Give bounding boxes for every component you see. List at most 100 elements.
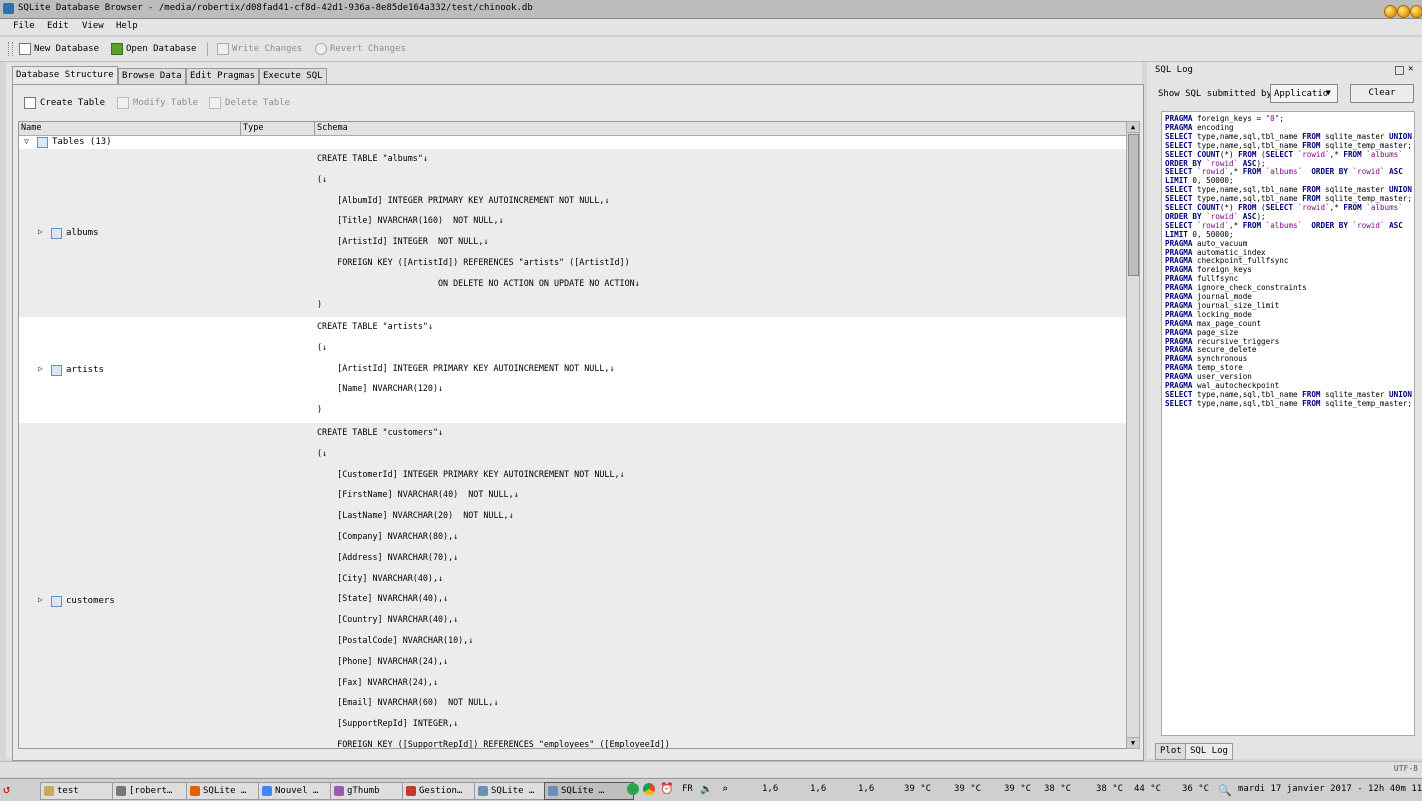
sql-string: `rowid`: [1352, 167, 1385, 177]
sql-text: );: [1256, 211, 1266, 221]
start-menu-icon[interactable]: ↺: [3, 782, 10, 796]
monitor-value[interactable]: 1,6: [810, 784, 826, 794]
sql-keyword: COUNT: [1197, 203, 1220, 212]
taskbar-task[interactable]: SQLite …: [544, 782, 634, 800]
submitter-select[interactable]: Applicatio ▼: [1270, 84, 1338, 103]
sql-text: wal_autocheckpoint: [1192, 381, 1280, 390]
create-table-button[interactable]: Create Table: [24, 97, 105, 109]
expand-arrow-icon[interactable]: ▷: [38, 595, 43, 604]
monitor-value[interactable]: 39 °C: [954, 784, 981, 794]
tab-edit-pragmas[interactable]: Edit Pragmas: [186, 68, 260, 84]
open-database-button[interactable]: Open Database: [111, 42, 196, 56]
column-header-name[interactable]: Name: [21, 123, 41, 133]
sql-keyword: PRAGMA: [1165, 247, 1193, 257]
schema-line: [FirstName] NVARCHAR(40) NOT NULL,↓: [317, 489, 519, 499]
schema-line: FOREIGN KEY ([SupportRepId]) REFERENCES …: [317, 739, 670, 749]
tab-browse-data[interactable]: Browse Data: [118, 68, 186, 84]
sql-keyword: FROM: [1242, 167, 1262, 177]
schema-line: CREATE TABLE "artists"↓: [317, 321, 433, 331]
log-line: PRAGMA temp_store: [1165, 363, 1243, 372]
monitor-value[interactable]: 1,6: [762, 784, 778, 794]
task-label: SQLite …: [561, 786, 605, 796]
clear-log-button[interactable]: Clear: [1350, 84, 1414, 103]
scroll-down-arrow-icon[interactable]: ▼: [1127, 737, 1139, 748]
sql-keyword: FROM: [1302, 140, 1321, 150]
schema-line: [Title] NVARCHAR(160) NOT NULL,↓: [317, 215, 504, 225]
tree-vertical-scrollbar[interactable]: ▲ ▼: [1126, 121, 1140, 749]
write-changes-button[interactable]: Write Changes: [217, 42, 302, 56]
magnifier-icon[interactable]: 🔍: [1218, 784, 1232, 797]
tree-root-row[interactable]: ▽ Tables (13): [19, 136, 1126, 149]
scroll-up-arrow-icon[interactable]: ▲: [1127, 122, 1139, 133]
sql-log-text[interactable]: PRAGMA foreign_keys = "0"; PRAGMA encodin…: [1161, 111, 1415, 736]
column-divider[interactable]: [314, 122, 315, 135]
sql-keyword: ASC: [1389, 220, 1403, 230]
expand-arrow-icon[interactable]: ▷: [38, 227, 43, 236]
keyboard-layout[interactable]: FR: [682, 784, 693, 794]
new-database-button[interactable]: New Database: [19, 42, 99, 56]
window-titlebar[interactable]: SQLite Database Browser - /media/roberti…: [0, 0, 1422, 19]
schema-line: [Phone] NVARCHAR(24),↓: [317, 656, 449, 666]
collapse-arrow-icon[interactable]: ▽: [24, 137, 29, 146]
monitor-value[interactable]: 39 °C: [904, 784, 931, 794]
sql-keyword: PRAGMA: [1165, 292, 1193, 301]
expand-arrow-icon[interactable]: ▷: [38, 364, 43, 373]
tab-sql-log[interactable]: SQL Log: [1185, 743, 1233, 760]
sql-keyword: PRAGMA: [1165, 283, 1193, 293]
sql-text: user_version: [1192, 372, 1252, 382]
sql-text: ,*: [1329, 203, 1344, 212]
task-label: SQLite …: [491, 786, 535, 796]
table-row[interactable]: ▷ customers CREATE TABLE "customers"↓ (↓ [C…: [19, 423, 1126, 749]
close-button[interactable]: [1410, 5, 1422, 18]
toolbar-grip[interactable]: [8, 42, 13, 56]
tab-database-structure[interactable]: Database Structure: [12, 66, 118, 84]
clock-tray-icon[interactable]: ⏰: [660, 782, 674, 795]
table-row[interactable]: ▷ artists CREATE TABLE "artists"↓ (↓ [Artis…: [19, 317, 1126, 423]
sql-keyword: ASC: [1242, 211, 1257, 221]
modify-table-icon: [117, 97, 129, 109]
monitor-value[interactable]: 38 °C: [1096, 784, 1123, 794]
sql-text: journal_mode: [1192, 292, 1252, 301]
monitor-value[interactable]: 36 °C: [1182, 784, 1209, 794]
volume-icon[interactable]: 🔈: [700, 784, 712, 795]
clock[interactable]: mardi 17 janvier 2017 - 12h 40m 11s: [1238, 784, 1422, 794]
status-tray-icon[interactable]: [627, 783, 639, 795]
schema-line: [Name] NVARCHAR(120)↓: [317, 383, 444, 393]
menu-help[interactable]: Help: [116, 21, 138, 31]
sql-keyword: SELECT: [1165, 185, 1193, 195]
monitor-value[interactable]: 1,6: [858, 784, 874, 794]
sql-text: ;: [1279, 114, 1284, 123]
column-header-type[interactable]: Type: [243, 123, 263, 133]
menu-edit[interactable]: Edit: [47, 21, 69, 31]
sql-text: type,name,sql,tbl_name: [1192, 185, 1303, 195]
sql-text: ignore_check_constraints: [1192, 283, 1307, 293]
scroll-thumb[interactable]: [1128, 134, 1139, 276]
new-file-icon: [19, 43, 31, 55]
sql-text: sqlite_master: [1320, 131, 1390, 141]
menu-file[interactable]: File: [13, 21, 35, 31]
revert-changes-button[interactable]: Revert Changes: [315, 42, 406, 56]
open-folder-icon: [111, 43, 123, 55]
modify-table-button[interactable]: Modify Table: [117, 97, 198, 109]
table-row[interactable]: ▷ albums CREATE TABLE "albums"↓ (↓ [AlbumId…: [19, 149, 1126, 317]
monitor-value[interactable]: 38 °C: [1044, 784, 1071, 794]
monitor-value[interactable]: 39 °C: [1004, 784, 1031, 794]
tab-execute-sql[interactable]: Execute SQL: [259, 68, 327, 84]
search-tray-icon[interactable]: ⌕: [722, 784, 728, 795]
browser-tray-icon[interactable]: [643, 783, 655, 795]
float-dock-icon[interactable]: [1395, 66, 1404, 75]
delete-table-icon: [209, 97, 221, 109]
sql-string: `rowid`: [1297, 149, 1330, 159]
schema-tree[interactable]: Name Type Schema ▽ Tables (13) ▷ albums CR…: [18, 121, 1127, 749]
close-dock-icon[interactable]: ✕: [1408, 64, 1413, 74]
menu-view[interactable]: View: [82, 21, 104, 31]
tab-plot[interactable]: Plot: [1155, 743, 1187, 760]
monitor-value[interactable]: 44 °C: [1134, 784, 1161, 794]
maximize-button[interactable]: [1397, 5, 1410, 18]
delete-table-button[interactable]: Delete Table: [209, 97, 290, 109]
dropdown-arrow-icon: ▼: [1326, 88, 1331, 97]
sql-keyword: FROM: [1302, 389, 1321, 399]
column-divider[interactable]: [240, 122, 241, 135]
minimize-button[interactable]: [1384, 5, 1397, 18]
column-header-schema[interactable]: Schema: [317, 123, 348, 133]
